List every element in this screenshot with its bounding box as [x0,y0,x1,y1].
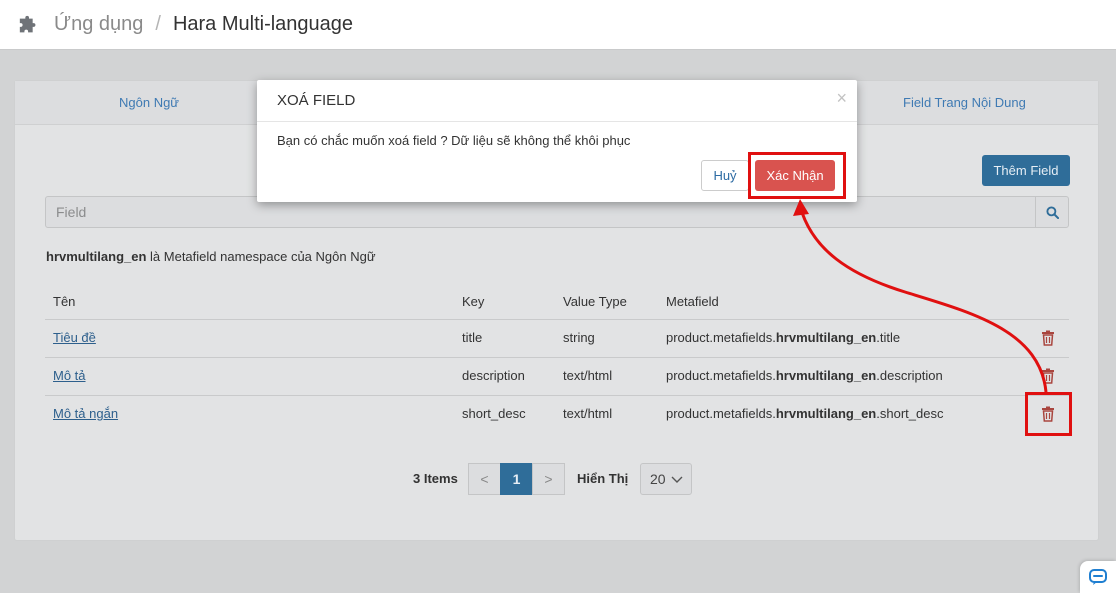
table-row: Mô tả description text/html product.meta… [45,358,1069,396]
add-field-button[interactable]: Thêm Field [982,155,1070,186]
search-icon [1045,205,1059,219]
metafield-suffix: .description [876,368,943,383]
page-size-label: Hiển Thị [577,471,629,486]
namespace-description: là Metafield namespace của Ngôn Ngữ [146,249,376,264]
page-size-select[interactable]: 20 [640,463,692,495]
pagination: < 1 > [468,463,565,495]
table-row: Mô tả ngắn short_desc text/html product.… [45,396,1069,434]
field-key: title [462,330,483,345]
field-value-type: string [563,330,595,345]
column-header-value-type: Value Type [563,294,627,309]
field-key: description [462,368,525,383]
field-key: short_desc [462,406,526,421]
breadcrumb-separator: / [155,13,161,35]
field-name-link[interactable]: Mô tả [53,368,86,383]
close-icon[interactable]: × [836,89,847,107]
namespace-name: hrvmultilang_en [46,249,147,264]
chat-widget-button[interactable] [1080,561,1116,593]
field-metafield: product.metafields.hrvmultilang_en.title [666,330,900,345]
tab-content-fields[interactable]: Field Trang Nội Dung [903,95,1026,110]
metafield-namespace: hrvmultilang_en [775,368,877,383]
next-page-button[interactable]: > [532,463,565,495]
field-metafield: product.metafields.hrvmultilang_en.short… [666,406,943,421]
dialog-message: Bạn có chắc muốn xoá field ? Dữ liệu sẽ … [277,133,631,148]
trash-icon[interactable] [1041,330,1055,346]
confirm-highlight-box [748,152,846,199]
field-metafield: product.metafields.hrvmultilang_en.descr… [666,368,943,383]
breadcrumb-apps[interactable]: Ứng dụng [54,13,143,36]
page-size-value: 20 [650,471,666,487]
metafield-prefix: product.metafields. [666,368,776,383]
cancel-button[interactable]: Huỷ [701,160,749,191]
metafield-prefix: product.metafields. [666,406,776,421]
field-value-type: text/html [563,406,613,421]
column-header-name: Tên [53,294,76,309]
column-header-key: Key [462,294,485,309]
prev-page-button[interactable]: < [468,463,501,495]
field-value-type: text/html [563,368,613,383]
tab-language[interactable]: Ngôn Ngữ [119,95,179,110]
metafield-namespace: hrvmultilang_en [775,330,877,345]
trash-icon[interactable] [1041,368,1055,384]
dialog-header: XOÁ FIELD × [257,80,857,122]
column-header-metafield: Metafield [666,294,719,309]
puzzle-icon [19,15,36,32]
metafield-suffix: .title [876,330,901,345]
dialog-title: XOÁ FIELD [277,92,356,109]
field-name-link[interactable]: Mô tả ngắn [53,406,118,421]
metafield-namespace: hrvmultilang_en [775,406,877,421]
top-header: Ứng dụng / Hara Multi-language [0,0,1116,50]
chat-icon [1089,569,1107,585]
item-count: 3 Items [413,471,458,486]
search-button[interactable] [1035,197,1068,227]
trash-highlight-box [1025,392,1072,436]
table-header: Tên Key Value Type Metafield [45,287,1069,320]
page-1-button[interactable]: 1 [500,463,533,495]
metafield-prefix: product.metafields. [666,330,776,345]
metafield-suffix: .short_desc [876,406,944,421]
page-title: Hara Multi-language [172,13,354,35]
namespace-note: hrvmultilang_en là Metafield namespace c… [46,249,376,264]
chevron-down-icon [671,476,683,483]
table-row: Tiêu đề title string product.metafields.… [45,320,1069,358]
field-name-link[interactable]: Tiêu đề [53,330,96,345]
